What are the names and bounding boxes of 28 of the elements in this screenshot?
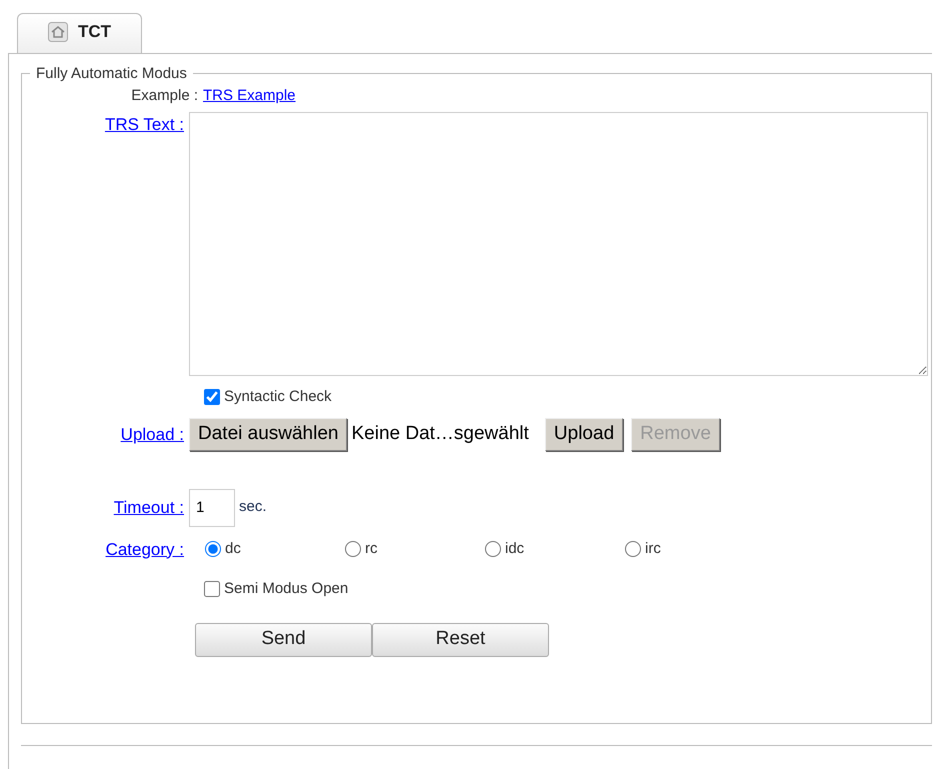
category-option-label: dc: [225, 539, 241, 559]
category-radio[interactable]: [205, 541, 221, 558]
trs-text-link[interactable]: TRS Text :: [104, 114, 184, 134]
syntactic-check-checkbox[interactable]: [204, 388, 220, 405]
category-option-label: irc: [645, 539, 661, 559]
example-label: Example :: [131, 87, 198, 104]
upload-action-button[interactable]: Upload: [544, 418, 624, 450]
semi-modus-checkbox[interactable]: [204, 581, 220, 598]
syntactic-check-label: Syntactic Check: [224, 386, 332, 406]
timeout-unit: sec.: [239, 497, 267, 518]
category-option-label: rc: [365, 539, 378, 559]
semi-modus-label: Semi Modus Open: [224, 579, 348, 599]
choose-file-button[interactable]: Datei auswählen: [189, 418, 348, 450]
category-radio[interactable]: [625, 541, 641, 558]
category-option-label: idc: [505, 539, 524, 559]
category-radio[interactable]: [345, 541, 361, 558]
example-link[interactable]: TRS Example: [203, 85, 296, 108]
timeout-link[interactable]: Timeout :: [114, 498, 184, 517]
fieldset-legend: Fully Automatic Modus: [30, 66, 193, 81]
tab[interactable]: TCT: [17, 13, 142, 54]
upload-link[interactable]: Upload :: [120, 424, 184, 444]
category-link[interactable]: Category :: [106, 540, 184, 558]
house-icon: [48, 22, 68, 42]
file-status: Keine Dat…sgewählt: [351, 422, 529, 446]
category-radio[interactable]: [485, 541, 501, 558]
form-action-button[interactable]: Send: [195, 622, 372, 656]
timeout-field[interactable]: 1: [189, 488, 235, 526]
form-action-button[interactable]: Reset: [372, 622, 549, 656]
